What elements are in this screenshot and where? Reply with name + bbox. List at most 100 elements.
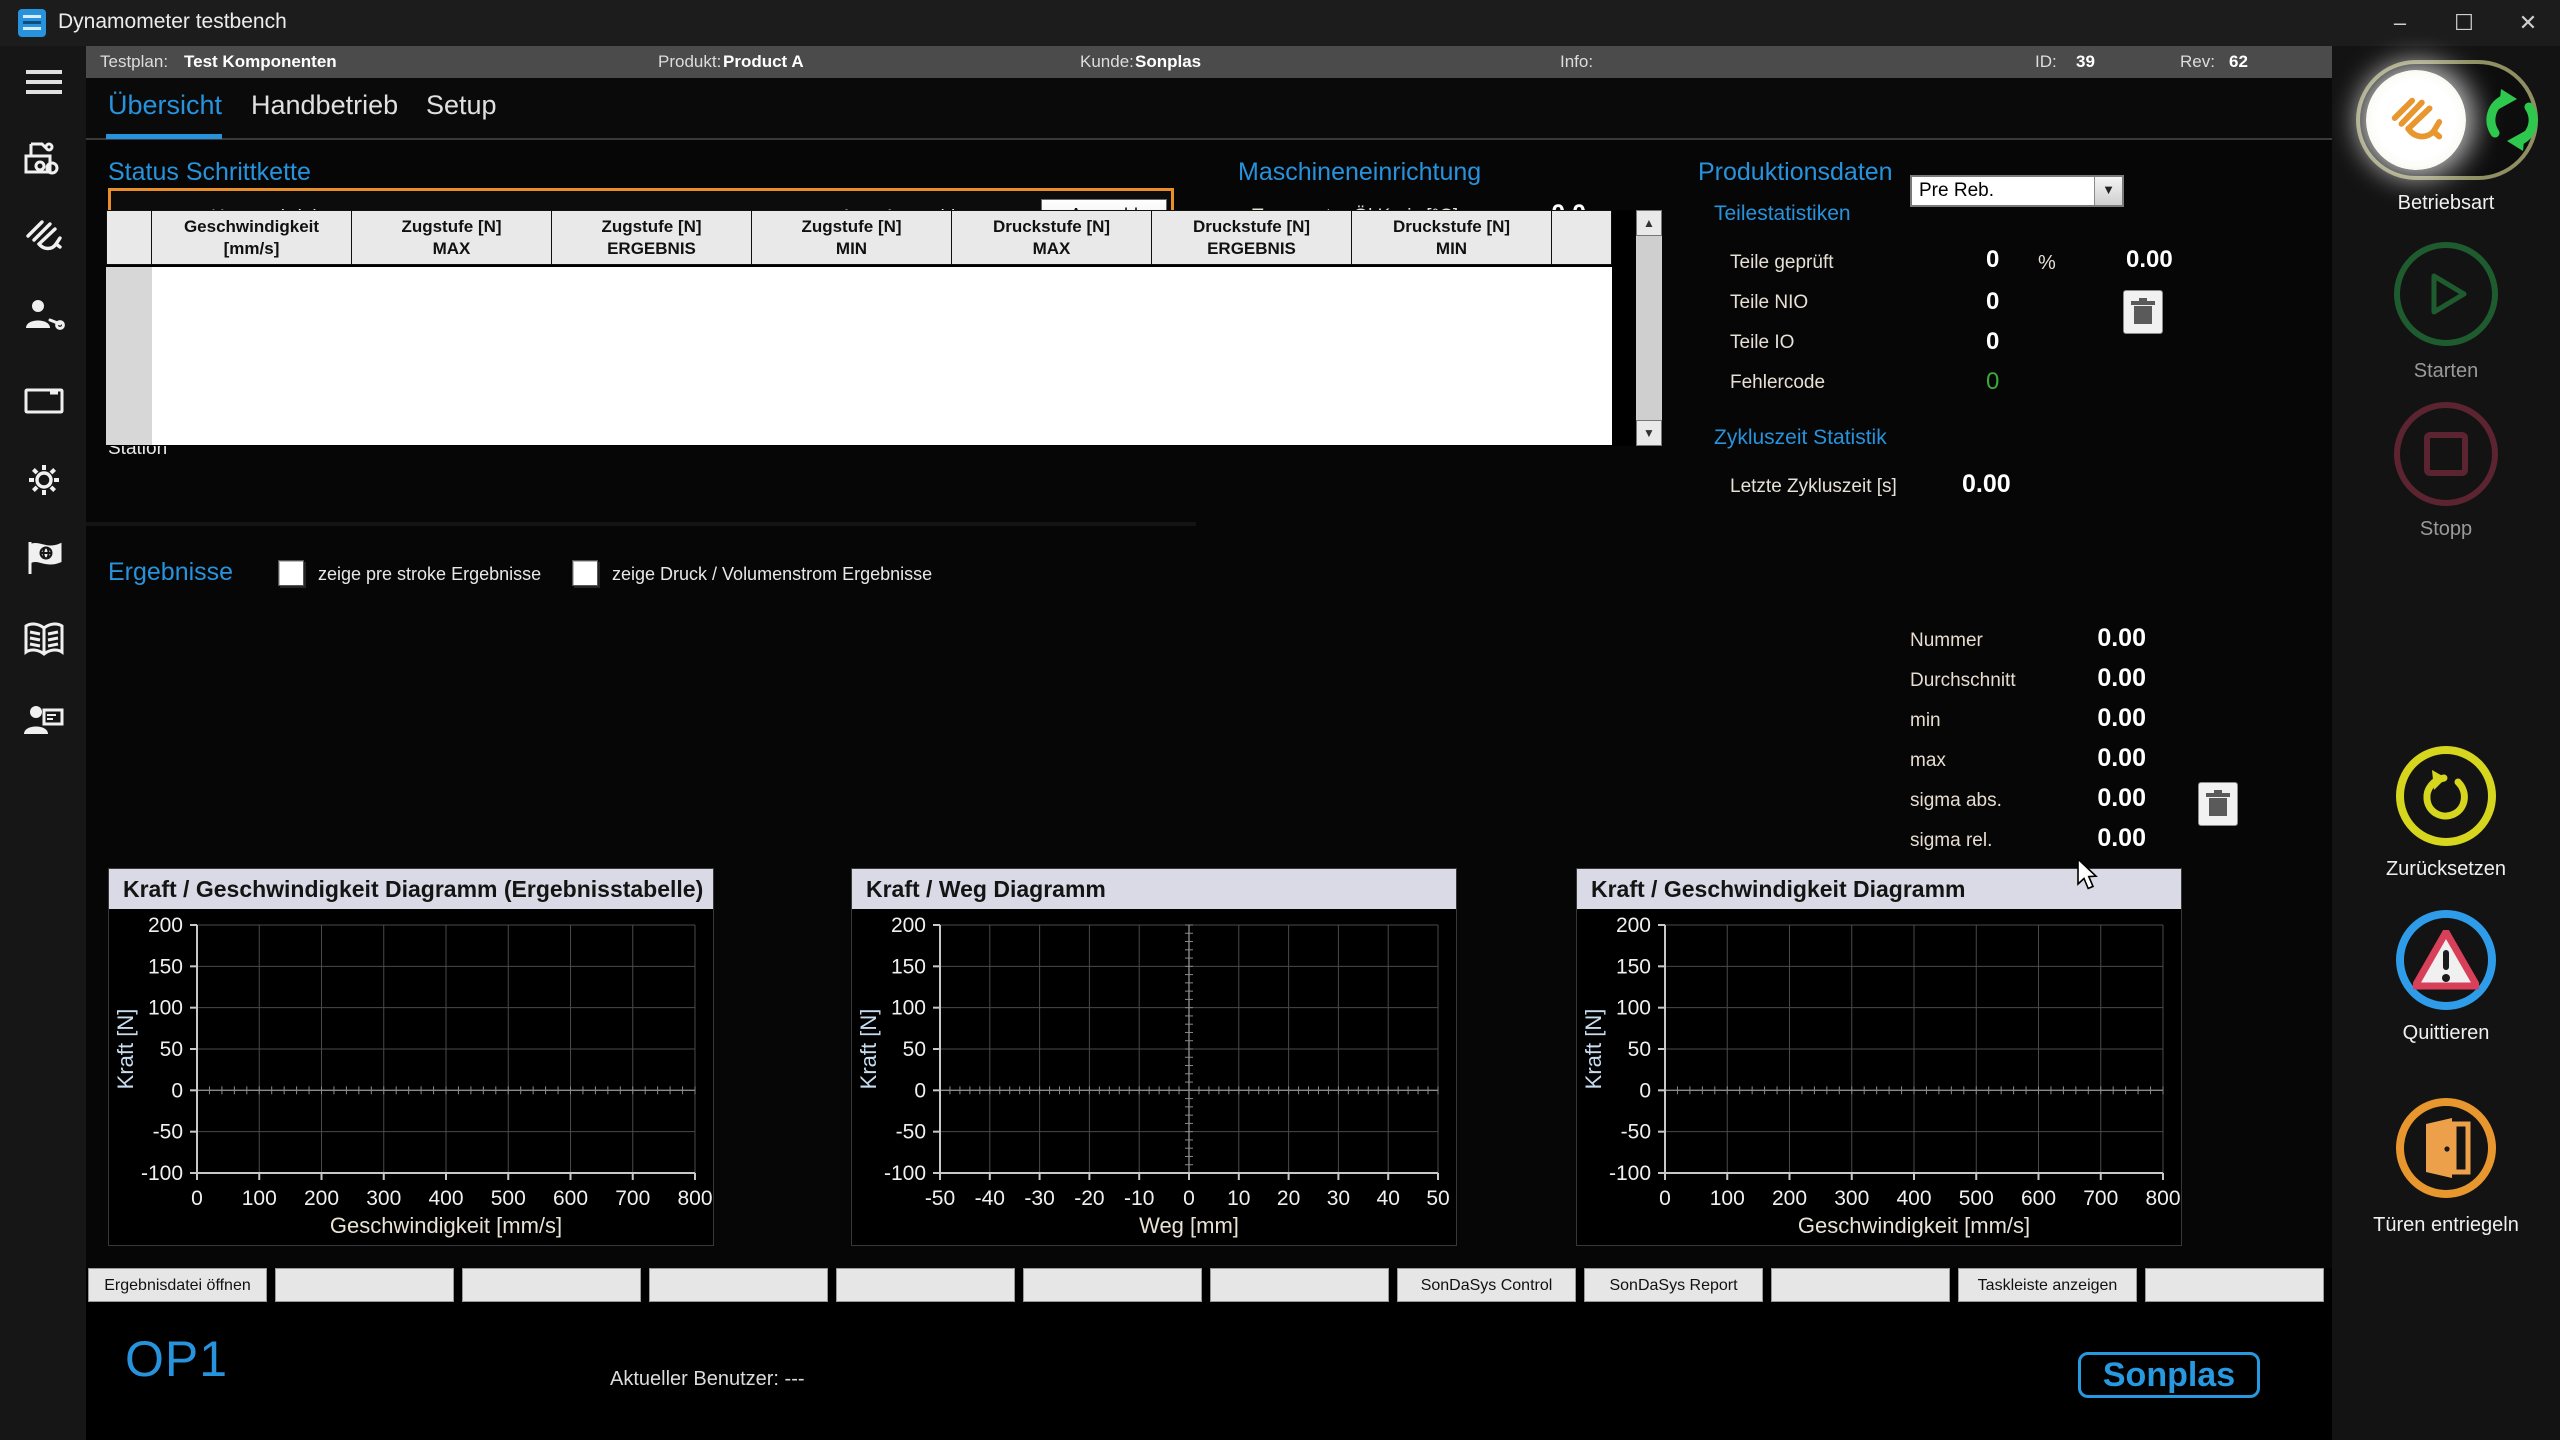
rev-value: 62 [2229,46,2248,78]
pre-stroke-checkbox[interactable] [278,560,304,586]
settings-gear-icon[interactable] [22,458,66,502]
table-column-header[interactable]: Zugstufe [N]MAX [352,210,552,265]
language-flag-icon[interactable] [22,536,66,580]
tab-setup[interactable]: Setup [426,90,497,121]
svg-text:-10: -10 [1124,1187,1154,1210]
svg-text:150: 150 [1616,955,1651,978]
druck-volumenstrom-checkbox[interactable] [572,560,598,586]
machine-icon[interactable] [22,136,66,180]
minimize-button[interactable]: – [2368,0,2432,46]
teile-io-label: Teile IO [1730,332,1794,354]
table-column-header[interactable]: Druckstufe [N]MAX [952,210,1152,265]
toolbar-button-ergebnisdatei-ffnen[interactable]: Ergebnisdatei öffnen [88,1268,267,1302]
table-column-header-empty [1552,210,1612,265]
betriebsart-toggle[interactable] [2356,60,2538,180]
table-column-header[interactable]: Druckstufe [N]ERGEBNIS [1152,210,1352,265]
main-content: Status Schrittkette wartet... Hauptschri… [86,140,2332,1268]
column-header-line1: Druckstufe [N] [993,216,1110,238]
svg-text:400: 400 [428,1187,463,1210]
table-corner-cell [106,210,152,265]
result-type-dropdown[interactable]: Pre Reb. ▼ [1910,175,2124,207]
svg-text:40: 40 [1377,1187,1400,1210]
toolbar-button-empty[interactable] [1023,1268,1202,1302]
stat-row-value: 0.00 [2036,784,2146,813]
svg-text:-50: -50 [1621,1121,1651,1144]
user-login-icon[interactable] [22,698,66,742]
toolbar-button-empty[interactable] [649,1268,828,1302]
scroll-down-icon[interactable]: ▼ [1636,420,1662,446]
teile-nio-value: 0 [1986,288,1999,316]
chart-title: Kraft / Weg Diagramm [852,869,1456,909]
column-header-line1: Zugstufe [N] [801,216,901,238]
svg-text:Weg [mm]: Weg [mm] [1139,1213,1239,1238]
toolbar-button-sondasys-control[interactable]: SonDaSys Control [1397,1268,1576,1302]
toolbar-button-empty[interactable] [1210,1268,1389,1302]
produkt-label: Produkt: [658,46,721,78]
reset-statistics-trash-icon[interactable] [2123,290,2163,334]
svg-text:50: 50 [1628,1038,1651,1061]
chevron-down-icon[interactable]: ▼ [2094,177,2122,205]
column-header-line2: MIN [836,238,867,260]
chart-plot-area: -50-40-30-20-1001020304050-100-500501001… [852,909,1456,1250]
svg-text:100: 100 [1710,1187,1745,1210]
manual-book-icon[interactable] [22,618,66,662]
table-column-header[interactable]: Zugstufe [N]ERGEBNIS [552,210,752,265]
produktionsdaten-title: Produktionsdaten [1698,158,1893,187]
stat-row-value: 0.00 [2036,664,2146,693]
table-column-header[interactable]: Druckstufe [N]MIN [1352,210,1552,265]
toolbar-button-empty[interactable] [1771,1268,1950,1302]
reset-result-stats-trash-icon[interactable] [2198,782,2238,826]
toolbar-button-empty[interactable] [275,1268,454,1302]
table-column-header[interactable]: Zugstufe [N]MIN [752,210,952,265]
svg-text:0: 0 [1659,1187,1671,1210]
close-button[interactable]: ✕ [2496,0,2560,46]
svg-text:0: 0 [171,1079,183,1102]
quittieren-button[interactable] [2396,910,2496,1010]
tueren-entriegeln-button[interactable] [2396,1098,2496,1198]
tab-handbetrieb[interactable]: Handbetrieb [251,90,398,121]
svg-text:100: 100 [1616,997,1651,1020]
starten-button[interactable] [2394,242,2498,346]
id-value: 39 [2076,46,2095,78]
zuruecksetzen-button[interactable] [2396,746,2496,846]
results-table[interactable]: Geschwindigkeit[mm/s]Zugstufe [N]MAXZugs… [106,210,1662,446]
svg-text:150: 150 [148,955,183,978]
table-body[interactable] [152,267,1612,445]
scroll-up-icon[interactable]: ▲ [1636,210,1662,236]
stopp-button[interactable] [2394,402,2498,506]
table-column-header[interactable]: Geschwindigkeit[mm/s] [152,210,352,265]
svg-text:20: 20 [1277,1187,1300,1210]
teilestatistiken-title: Teilestatistiken [1714,202,1851,226]
manual-mode-hand-icon[interactable] [2366,70,2466,170]
svg-text:-100: -100 [1609,1162,1651,1185]
svg-text:Kraft [N]: Kraft [N] [856,1009,881,1090]
svg-text:30: 30 [1327,1187,1350,1210]
toolbar-button-empty[interactable] [836,1268,1015,1302]
table-scrollbar[interactable]: ▲ ▼ [1636,210,1662,446]
stat-row-value: 0.00 [2036,824,2146,853]
svg-text:0: 0 [191,1187,203,1210]
svg-text:200: 200 [1616,914,1651,937]
hamburger-menu-icon[interactable] [22,60,66,104]
svg-text:100: 100 [242,1187,277,1210]
teile-geprueft-value: 0 [1986,246,1999,274]
toolbar-button-taskleiste-anzeigen[interactable]: Taskleiste anzeigen [1958,1268,2137,1302]
toolbar-button-empty[interactable] [462,1268,641,1302]
svg-text:50: 50 [160,1038,183,1061]
column-header-line1: Druckstufe [N] [1193,216,1310,238]
user-service-icon[interactable] [22,294,66,338]
tab-uebersicht[interactable]: Übersicht [108,90,222,121]
window-screen-icon[interactable] [22,378,66,422]
teile-nio-label: Teile NIO [1730,292,1808,314]
stat-row-value: 0.00 [2036,704,2146,733]
auto-mode-cycle-icon[interactable] [2472,80,2552,160]
hand-manual-icon[interactable] [22,214,66,258]
toolbar-button-empty[interactable] [2145,1268,2324,1302]
info-label: Info: [1560,46,1593,78]
column-header-line1: Zugstufe [N] [401,216,501,238]
fehlercode-label: Fehlercode [1730,372,1825,394]
toolbar-button-sondasys-report[interactable]: SonDaSys Report [1584,1268,1763,1302]
column-header-line2: [mm/s] [224,238,280,260]
maximize-button[interactable]: ☐ [2432,0,2496,46]
svg-text:150: 150 [891,955,926,978]
